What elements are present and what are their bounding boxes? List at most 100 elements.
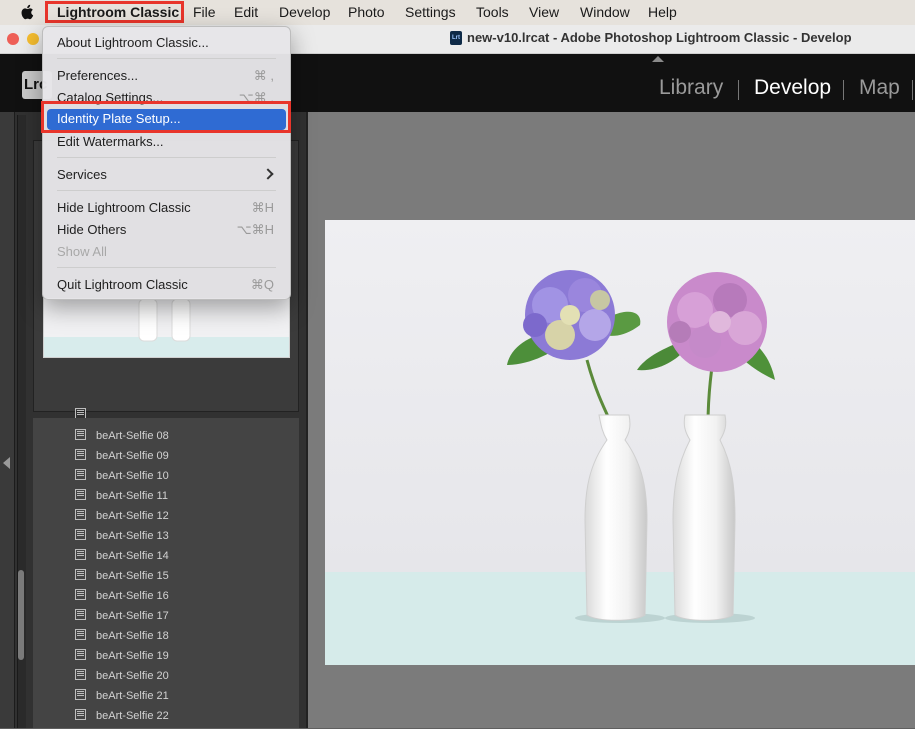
menu-item-label: Services [57,167,107,182]
collection-icon [75,709,86,720]
folder-list-item[interactable]: beArt-Selfie 17 [75,609,169,629]
folder-list-item[interactable]: beArt-Selfie 12 [75,509,169,529]
collection-icon [75,589,86,600]
folder-list-item[interactable]: beArt-Selfie 21 [75,689,169,709]
collection-icon [75,429,86,440]
collection-icon [75,689,86,700]
folder-list-item[interactable]: beArt-Selfie 22 [75,709,169,729]
menu-item-label: Hide Others [57,222,127,237]
menu-item-quit[interactable]: Quit Lightroom Classic ⌘Q [47,275,286,295]
hydrangea-vases-image [325,220,915,665]
module-library[interactable]: Library [659,76,723,100]
folder-list-item-label: beArt-Selfie 18 [96,630,169,642]
menu-photo[interactable]: Photo [348,4,385,20]
collection-icon [75,609,86,620]
close-window-button[interactable] [7,33,19,45]
collection-icon [75,449,86,460]
menu-item-label: Preferences... [57,68,138,83]
folder-list-item-label: beArt-Selfie 22 [96,710,169,722]
apple-icon[interactable] [19,3,37,21]
collection-icon [75,509,86,520]
folder-list-item-label: beArt-Selfie 16 [96,590,169,602]
collection-icon [75,408,86,418]
lightroom-app-menu: About Lightroom Classic... Preferences..… [42,26,291,300]
collection-icon [75,469,86,480]
folder-list-item-label: beArt-Selfie 11 [96,490,168,502]
menu-develop[interactable]: Develop [279,4,330,20]
menu-item-hide-lightroom[interactable]: Hide Lightroom Classic ⌘H [47,198,286,218]
folder-list-item-label: beArt-Selfie 14 [96,550,169,562]
folder-list-item[interactable]: beArt-Selfie 20 [75,669,169,689]
folder-list-item-label: beArt-Selfie 10 [96,470,169,482]
main-photo[interactable] [325,220,915,665]
menu-item-shortcut: ⌘ , [253,68,274,83]
folder-list-item[interactable]: beArt-Selfie 11 [75,489,168,509]
menu-separator [57,267,276,268]
navigator-preview[interactable] [43,298,290,358]
catalog-file-icon: Lrt [450,31,462,45]
menu-item-label: Quit Lightroom Classic [57,277,188,292]
menu-separator [57,157,276,158]
menu-tools[interactable]: Tools [476,4,509,20]
folder-list-item[interactable]: beArt-Selfie 08 [75,429,169,449]
menu-item-shortcut: ⌘H [251,200,274,215]
module-develop[interactable]: Develop [754,76,831,100]
menu-window[interactable]: Window [580,4,630,20]
pink-hydrangea [667,272,767,372]
menu-item-hide-others[interactable]: Hide Others ⌥⌘H [47,220,286,240]
folder-list-item-label: beArt-Selfie 07 [96,408,169,411]
folder-list-item[interactable]: beArt-Selfie 18 [75,629,169,649]
module-divider [912,80,913,100]
folder-list-item[interactable]: beArt-Selfie 16 [75,589,169,609]
menu-item-label: Hide Lightroom Classic [57,200,191,215]
folder-list-item-label: beArt-Selfie 17 [96,610,169,622]
folder-list-item-label: beArt-Selfie 09 [96,450,169,462]
folder-list-item[interactable]: beArt-Selfie 09 [75,449,169,469]
menu-settings[interactable]: Settings [405,4,456,20]
folder-list-item-label: beArt-Selfie 20 [96,670,169,682]
collapse-top-panel-icon[interactable] [652,56,664,62]
menu-item-edit-watermarks[interactable]: Edit Watermarks... [47,132,286,152]
folder-list-item[interactable]: beArt-Selfie 15 [75,569,169,589]
folder-list-item[interactable]: beArt-Selfie 14 [75,549,169,569]
menu-item-shortcut: ⌘Q [250,277,274,292]
folder-list-item[interactable]: beArt-Selfie 10 [75,469,169,489]
menu-item-label: About Lightroom Classic... [57,35,209,50]
menu-item-preferences[interactable]: Preferences... ⌘ , [47,66,286,86]
menu-help[interactable]: Help [648,4,677,20]
annotation-highlight-identity-plate [41,101,291,133]
menu-item-label: Show All [57,244,107,259]
folder-list-item-label: beArt-Selfie 12 [96,510,169,522]
left-panel-scroll-thumb[interactable] [18,570,24,660]
minimize-window-button[interactable] [27,33,39,45]
folder-list-item-label: beArt-Selfie 15 [96,570,169,582]
folder-list-item[interactable]: beArt-Selfie 13 [75,529,169,549]
folder-list-item-label: beArt-Selfie 08 [96,430,169,442]
menu-file[interactable]: File [193,4,216,20]
folder-list-item-label: beArt-Selfie 19 [96,650,169,662]
module-divider [843,80,844,100]
menu-item-about[interactable]: About Lightroom Classic... [47,33,286,53]
collection-icon [75,569,86,580]
menu-item-shortcut: ⌥⌘H [236,222,274,237]
menu-view[interactable]: View [529,4,559,20]
menu-item-services[interactable]: Services [47,165,286,185]
module-divider [738,80,739,100]
annotation-highlight-app-menu [45,1,184,23]
window-title: new-v10.lrcat - Adobe Photoshop Lightroo… [467,30,852,45]
collection-icon [75,629,86,640]
collection-icon [75,489,86,500]
navigator-preview-image [44,299,289,357]
collection-icon [75,549,86,560]
folder-list-item[interactable]: beArt-Selfie 07 [75,408,169,418]
menu-item-show-all: Show All [47,242,286,262]
module-map[interactable]: Map [859,76,900,100]
collection-icon [75,669,86,680]
left-panel-collapse-icon[interactable] [3,457,10,469]
folder-list-item[interactable]: beArt-Selfie 19 [75,649,169,669]
menu-edit[interactable]: Edit [234,4,258,20]
menu-separator [57,190,276,191]
left-panel-toggle-strip[interactable] [0,112,14,728]
menu-item-label: Edit Watermarks... [57,134,164,149]
folder-list-item-label: beArt-Selfie 13 [96,530,169,542]
